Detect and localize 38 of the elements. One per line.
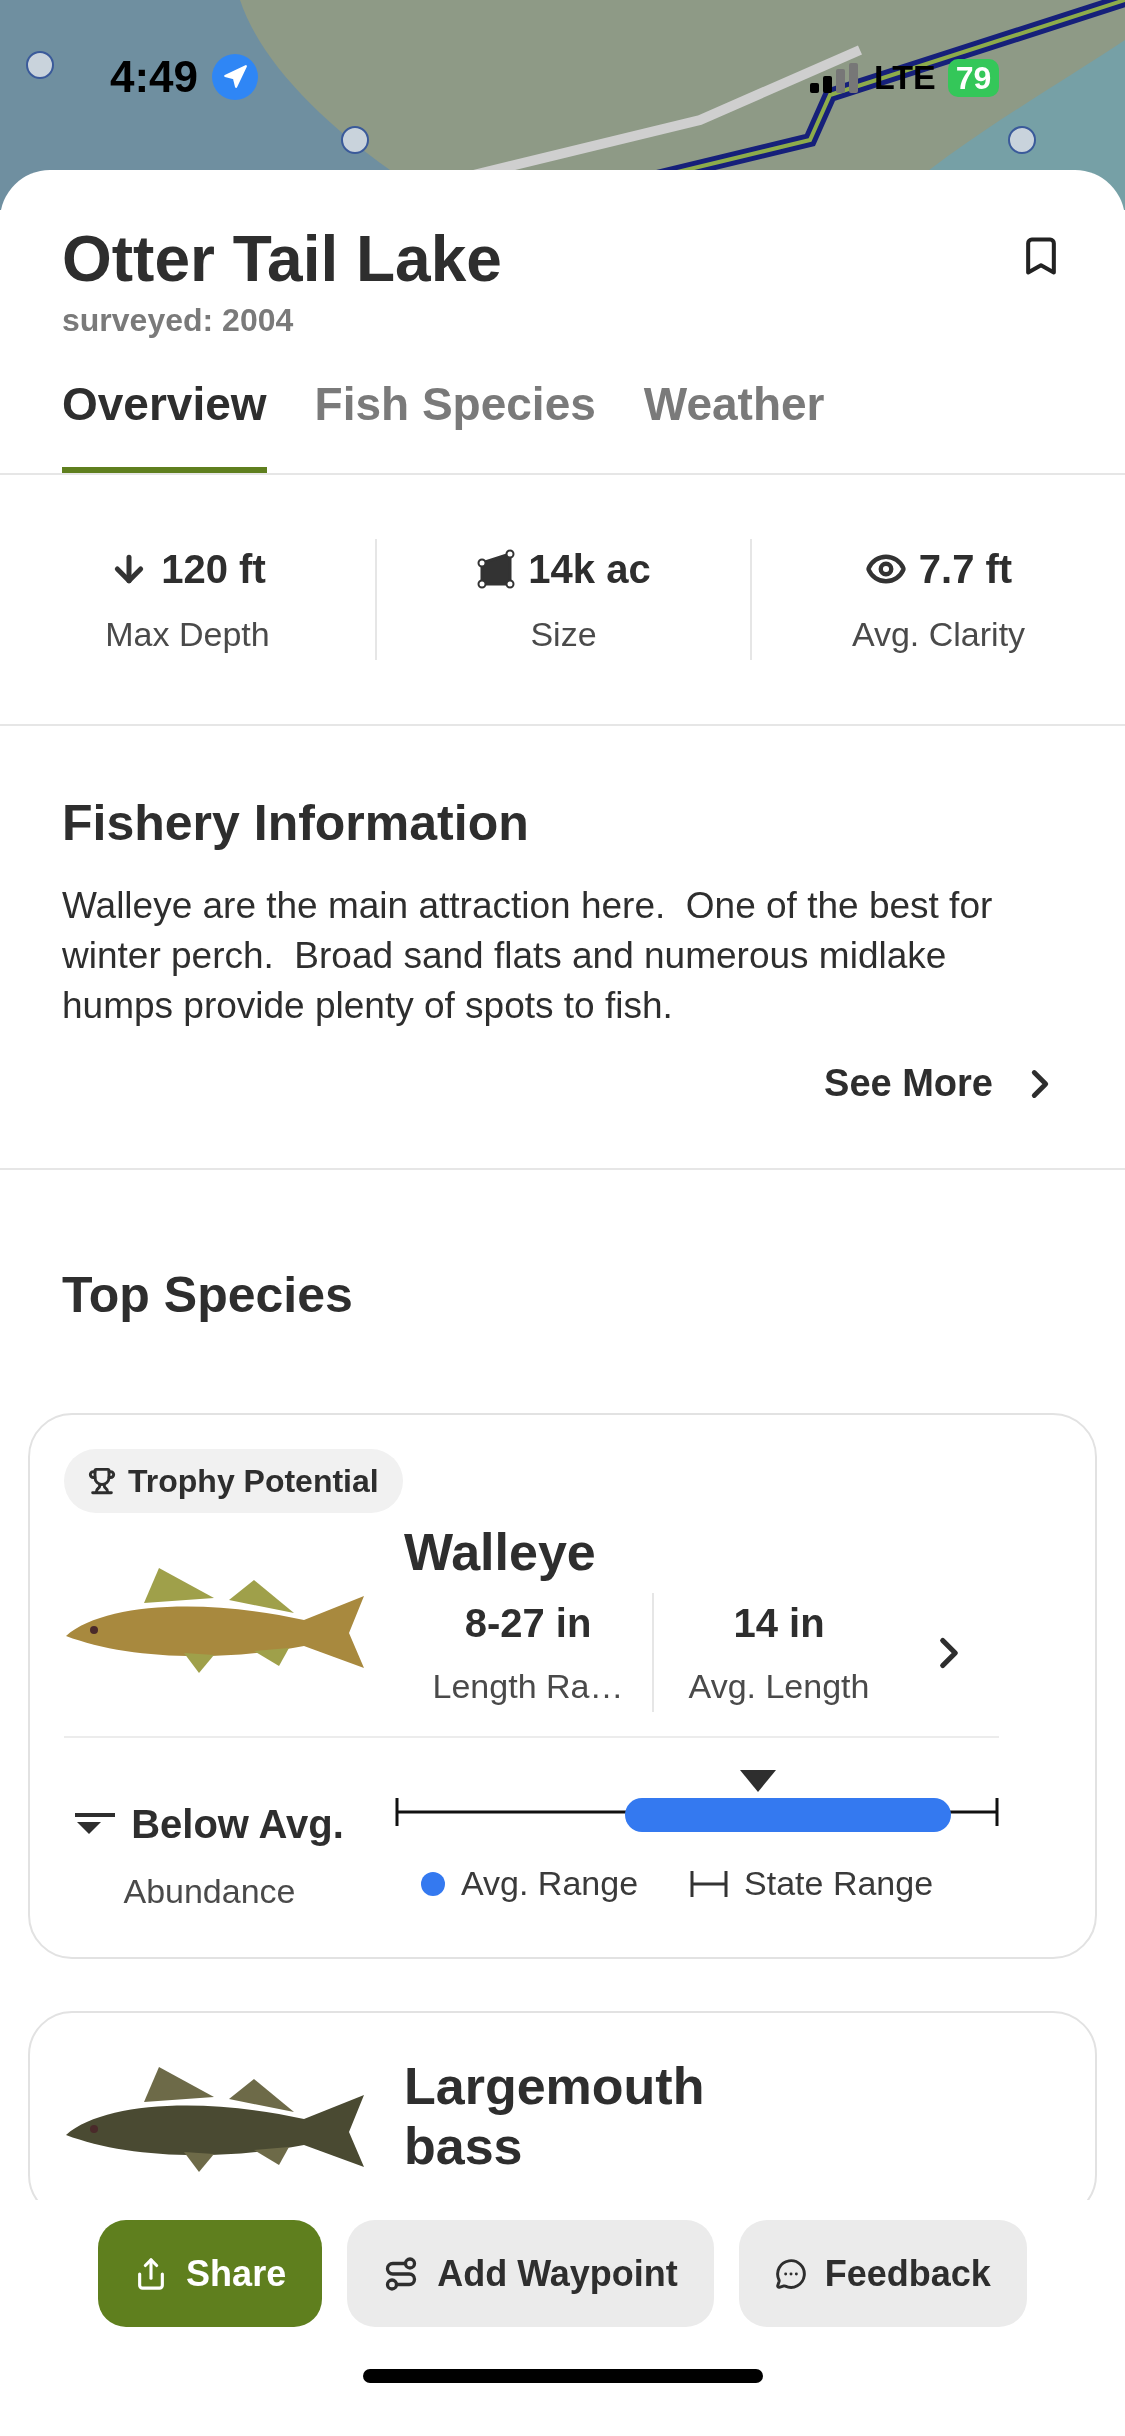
fishery-description: Walleye are the main attraction here. One of the best for winter perch. Broad sand flats and numerous midlake humps provide plenty of spots to fish. [62,884,994,1029]
tab[interactable]: Weather [643,370,825,474]
tab[interactable]: Fish Species [314,370,596,474]
battery-indicator: 79 [947,58,1000,97]
chat-bubble-icon [774,2257,807,2290]
stat-value: 7.7 ft [918,546,1013,594]
feedback-button[interactable]: Feedback [738,2220,1027,2327]
species-name: Walleye [404,1523,597,1584]
stat-label: Size [530,614,597,656]
legend-label: State Range [744,1863,934,1905]
stat-label: Max Depth [105,614,270,656]
length-range-value: 8-27 in [464,1600,592,1648]
avg-length-label: Avg. Length [688,1666,870,1708]
length-range-label: Length Ra… [432,1666,624,1708]
abundance-value: Below Avg. [131,1801,344,1849]
badge-text: Trophy Potential [128,1462,379,1502]
add-waypoint-button[interactable]: Add Waypoint [347,2220,714,2327]
section-title: Top Species [61,1266,354,1326]
abundance-label: Abundance [123,1871,296,1913]
trophy-icon [88,1467,116,1496]
stat-value: 120 ft [161,546,266,594]
avg-length-value: 14 in [733,1600,825,1648]
location-arrow-icon [222,64,249,90]
legend-label: Avg. Range [461,1863,639,1905]
tab[interactable]: Overview [62,370,267,474]
share-button[interactable]: Share [98,2220,323,2327]
species-card[interactable]: Trophy Potential Walleye 8-27 in Length Ra… 14 in Avg. Length Below Avg. Abundance Avg. Range State Range [28,1413,1097,1960]
see-more-link[interactable]: See More [824,1055,1063,1113]
stat-label: Avg. Clarity [851,614,1026,656]
species-name: Largemouth bass [404,2057,706,2177]
survey-year: surveyed: 2004 [62,301,295,341]
status-time: 4:49 [110,51,199,103]
range-bracket-icon [690,1870,729,1897]
area-polygon-icon [476,549,517,590]
lake-title: Otter Tail Lake [62,224,502,295]
below-average-icon [75,1813,116,1836]
stat-value: 14k ac [528,546,651,594]
section-title: Fishery Information [62,794,530,854]
